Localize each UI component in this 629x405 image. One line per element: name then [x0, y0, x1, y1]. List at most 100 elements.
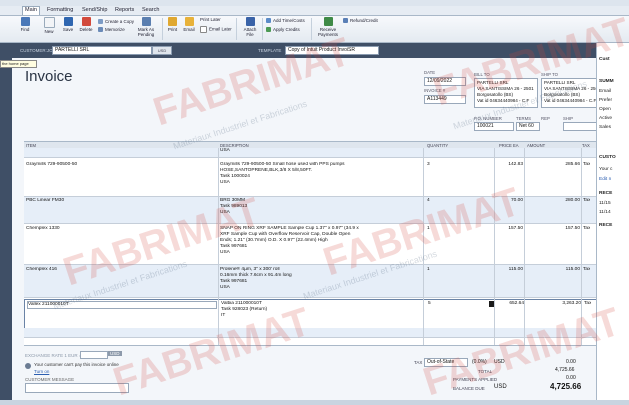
memorize-button[interactable]: Memorize: [98, 27, 125, 33]
tab-formatting[interactable]: Formatting: [45, 7, 75, 13]
online-payment-text: Your customer can't pay this invoice onl…: [34, 362, 119, 367]
table-row[interactable]: USA: [24, 148, 598, 158]
table-row-selected[interactable]: Vallex 211000010T Valbia 211000010T Task…: [24, 299, 600, 329]
ribbon-toolbar: Find New Save Delete Create a Copy Memor…: [0, 16, 629, 43]
tax-cell[interactable]: Tax: [583, 198, 590, 204]
quantity-cell[interactable]: 3: [427, 162, 430, 168]
bill-to-address[interactable]: PARTELLI SRL VIA SANTISSIMA 26 - 2501 Bo…: [474, 78, 538, 108]
tax-cell[interactable]: Tax: [584, 301, 591, 307]
balance-currency: USD: [494, 384, 507, 390]
mark-pending-button[interactable]: Mark As Pending: [135, 17, 157, 37]
save-button[interactable]: Save: [61, 17, 75, 32]
time-icon: [266, 18, 271, 24]
price-cell[interactable]: 142.83: [499, 162, 523, 168]
description-cell[interactable]: Prolene® 4µm, 3" x 300' roll 0.16mm thic…: [220, 267, 292, 291]
po-number-label: P.O. NUMBER: [474, 116, 502, 121]
create-copy-button[interactable]: Create a Copy: [98, 19, 134, 25]
tab-reports[interactable]: Reports: [113, 7, 136, 13]
price-cell[interactable]: 652.64: [500, 301, 524, 307]
customer-note: Your c: [599, 167, 613, 172]
description-cell[interactable]: BRG 30MM Task 989013 USA: [220, 198, 247, 216]
quantity-cell[interactable]: 1: [427, 267, 430, 273]
copy-icon: [98, 19, 103, 25]
description-cell[interactable]: Valbia 211000010T Task 928023 (Return) I…: [221, 301, 267, 319]
print-later-checkbox[interactable]: Print Later: [200, 17, 221, 22]
terms-select[interactable]: Net 60: [516, 122, 540, 131]
receive-payments-button[interactable]: Receive Payments: [315, 17, 341, 37]
customer-job-select[interactable]: PARTELLI SRL: [52, 46, 152, 55]
check-icon: [200, 26, 207, 33]
email-label: Email: [599, 89, 611, 94]
quantity-cell[interactable]: 4: [427, 198, 430, 204]
item-cell[interactable]: Chemplex 416: [26, 267, 57, 273]
email-later-checkbox[interactable]: Email Later: [200, 26, 232, 33]
quantity-cell[interactable]: 5: [428, 301, 431, 307]
invoice-number-label: INVOICE #: [424, 88, 446, 93]
delete-button[interactable]: Delete: [78, 17, 94, 32]
item-cell[interactable]: Graymills 729-90500-50: [26, 162, 77, 168]
price-cell[interactable]: 157.50: [499, 226, 523, 232]
line-items-table: USA Graymills 729-90500-50 Graymills 729…: [24, 148, 600, 346]
tax-code-select[interactable]: Out-of-State: [424, 358, 468, 367]
amount-cell[interactable]: 3,263.20: [550, 301, 581, 307]
turn-on-link[interactable]: Turn on: [34, 369, 49, 374]
print-icon: [168, 17, 177, 26]
tax-cell[interactable]: Tax: [583, 226, 590, 232]
table-row-empty[interactable]: [24, 328, 598, 338]
po-number-field[interactable]: 100021: [474, 122, 514, 131]
item-cell[interactable]: PBC Linear FM30: [26, 198, 64, 204]
amount-cell[interactable]: 115.00: [549, 267, 580, 273]
table-row[interactable]: Graymills 729-90500-50 Graymills 729-905…: [24, 158, 598, 197]
class-select[interactable]: USD: [152, 46, 172, 55]
recent-date-2[interactable]: 11/14: [599, 210, 611, 215]
email-button[interactable]: Email: [182, 17, 196, 32]
tax-amount: 0.00: [566, 359, 576, 365]
date-field[interactable]: 12/09/2022: [424, 77, 466, 86]
item-cell[interactable]: Chemplex 1330: [26, 226, 60, 232]
save-icon: [63, 17, 73, 26]
new-button[interactable]: New: [43, 17, 55, 34]
add-time-costs-button[interactable]: Add Time/Costs: [266, 18, 305, 24]
apply-credits-button[interactable]: Apply Credits: [266, 27, 300, 33]
ship-date-field[interactable]: [563, 122, 597, 131]
description-cell[interactable]: Graymills 729-90500-50 Small hose used w…: [220, 162, 420, 186]
customer-message-field[interactable]: [25, 383, 129, 393]
description-cell[interactable]: SNAP ON RING XRF SAMPLE Sample Cup 1.37"…: [220, 226, 424, 256]
exchange-rate-field[interactable]: [80, 351, 108, 359]
print-button[interactable]: Print: [166, 17, 179, 32]
tab-send-ship[interactable]: Send/Ship: [80, 7, 109, 13]
credit-icon: [266, 27, 271, 33]
recent-date-1[interactable]: 11/15: [599, 201, 611, 206]
table-row[interactable]: PBC Linear FM30 BRG 30MM Task 989013 USA…: [24, 197, 598, 224]
edit-notes-link[interactable]: Edit n: [599, 177, 611, 182]
table-row[interactable]: Chemplex 1330 SNAP ON RING XRF SAMPLE Sa…: [24, 224, 598, 265]
template-select[interactable]: Copy of Intuit Product InvoiSR: [285, 46, 379, 55]
tax-cell[interactable]: Tax: [583, 267, 590, 273]
balance-due-label: BALANCE DUE: [453, 386, 485, 391]
customer-heading: CUSTO: [599, 155, 616, 160]
price-cell[interactable]: 115.00: [499, 267, 523, 273]
tax-cell[interactable]: Tax: [583, 162, 590, 168]
invoice-number-field[interactable]: A113449: [424, 95, 466, 104]
table-row[interactable]: Chemplex 416 Prolene® 4µm, 3" x 300' rol…: [24, 265, 598, 298]
amount-cell[interactable]: 280.00: [549, 198, 580, 204]
item-select[interactable]: Vallex 211000010T: [27, 301, 217, 309]
bill-to-label: BILL TO: [474, 72, 490, 77]
description-cell[interactable]: USA: [220, 148, 230, 154]
amount-cell[interactable]: 157.50: [549, 226, 580, 232]
tax-rate: (0.0%): [472, 359, 487, 365]
attach-file-button[interactable]: Attach File: [240, 17, 260, 37]
page-title: Invoice: [25, 68, 73, 85]
find-button[interactable]: Find: [19, 17, 31, 32]
balance-due-amount: 4,725.66: [550, 382, 582, 391]
price-cell[interactable]: 70.00: [499, 198, 523, 204]
sales-label: Sales: [599, 125, 611, 130]
refund-credit-button[interactable]: Refund/Credit: [343, 18, 378, 24]
quantity-cell[interactable]: 1: [427, 226, 430, 232]
left-nav-strip: [0, 58, 12, 400]
tab-main[interactable]: Main: [22, 6, 40, 15]
customer-label: CUSTOMER:JOB: [20, 48, 56, 53]
payment-icon: [323, 17, 333, 26]
tab-search[interactable]: Search: [140, 7, 161, 13]
amount-cell[interactable]: 285.66: [549, 162, 580, 168]
